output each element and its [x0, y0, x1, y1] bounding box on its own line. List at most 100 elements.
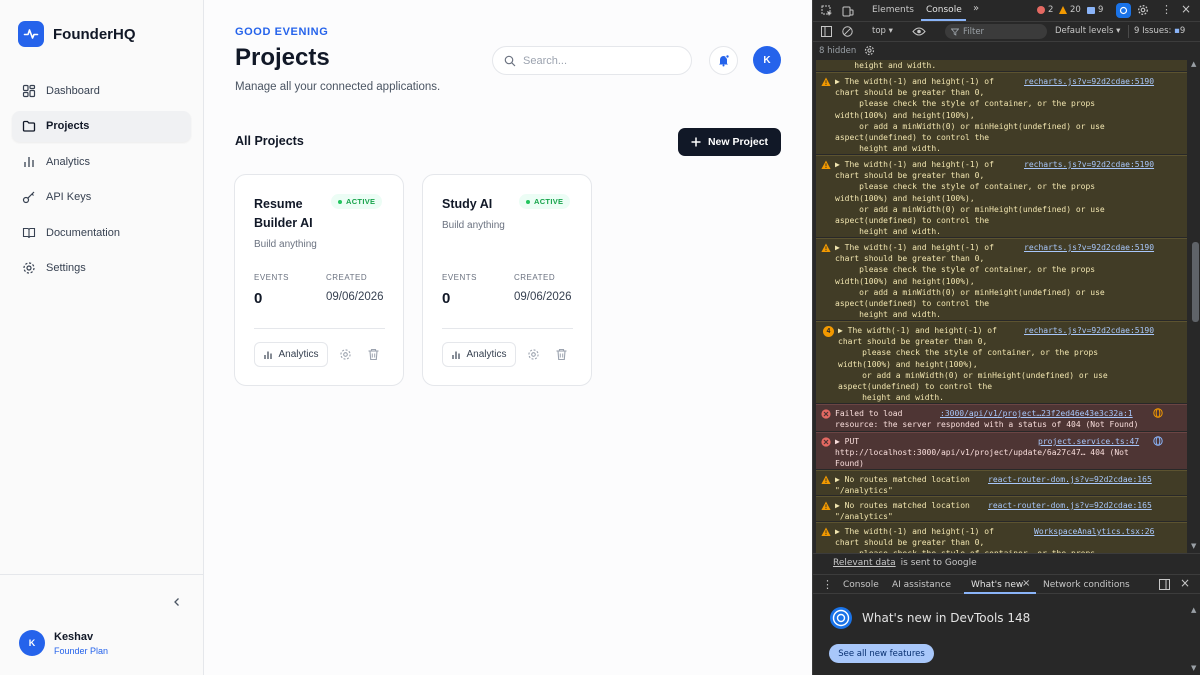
close-icon[interactable]: ×: [1181, 2, 1191, 16]
sidebar-item-label: Dashboard: [46, 84, 100, 97]
log-levels-dropdown[interactable]: Default levels ▾: [1055, 26, 1120, 36]
console-warning[interactable]: height and width.: [816, 60, 1187, 71]
drawer-tab-whats-new[interactable]: What's new: [971, 580, 1023, 590]
gear-icon[interactable]: [527, 348, 540, 361]
search-box[interactable]: [492, 46, 692, 75]
events-value: 0: [254, 290, 263, 307]
sidebar-item-dashboard[interactable]: Dashboard: [12, 75, 191, 106]
network-globe-icon[interactable]: [1153, 436, 1163, 446]
console-settings-icon[interactable]: [864, 45, 875, 56]
relevant-data-link[interactable]: Relevant data: [833, 558, 896, 568]
clear-console-icon[interactable]: [842, 26, 853, 37]
events-label: EVENTS: [442, 273, 478, 282]
console-scrollbar[interactable]: ▲ ▼: [1190, 60, 1200, 553]
sidebar-item-projects[interactable]: Projects: [12, 110, 191, 142]
scroll-up-icon[interactable]: ▲: [1191, 60, 1196, 68]
issues-counter[interactable]: 9 Issues: ▪9: [1134, 26, 1185, 36]
sidebar-item-settings[interactable]: Settings: [12, 253, 191, 284]
source-link[interactable]: :3000/api/v1/project…23f2ed46e43e3c32a:1: [940, 408, 1133, 419]
error-counter[interactable]: 2: [1037, 5, 1053, 15]
status-badge: ACTIVE: [519, 194, 571, 209]
drawer-tab-console[interactable]: Console: [843, 580, 879, 590]
drawer-menu-icon[interactable]: ⋮: [822, 578, 833, 591]
brand[interactable]: FounderHQ: [18, 21, 136, 47]
close-tab-icon[interactable]: ×: [1022, 578, 1030, 589]
project-card[interactable]: Resume Builder AI ACTIVE Build anything …: [234, 174, 404, 386]
sidebar-toggle-icon[interactable]: [821, 26, 832, 37]
scroll-down-icon[interactable]: ▼: [1191, 542, 1196, 550]
kebab-menu-icon[interactable]: ⋮: [1161, 3, 1172, 16]
user-name: Keshav: [54, 630, 94, 643]
source-link[interactable]: project.service.ts:47: [1038, 436, 1139, 447]
new-project-button[interactable]: New Project: [678, 128, 781, 156]
warning-icon: [821, 243, 831, 253]
drawer-scroll-up-icon[interactable]: ▲: [1191, 606, 1196, 614]
project-card[interactable]: Study AI ACTIVE Build anything EVENTS 0 …: [422, 174, 592, 386]
source-link[interactable]: recharts.js?v=92d2cdae:5190: [1024, 242, 1154, 253]
message-icon: [1087, 6, 1095, 14]
status-label: ACTIVE: [534, 197, 564, 206]
info-counter[interactable]: 9: [1087, 5, 1103, 15]
sidebar-item-api-keys[interactable]: API Keys: [12, 182, 191, 213]
issues-count: 9: [1179, 26, 1186, 36]
console-warning[interactable]: ▶ The width(-1) and height(-1) of chart …: [816, 155, 1187, 237]
console-warning[interactable]: ▶ No routes matched location "/analytics…: [816, 496, 1187, 521]
source-link[interactable]: recharts.js?v=92d2cdae:5190: [1024, 76, 1154, 87]
bar-chart-icon: [22, 155, 36, 169]
user-avatar-button[interactable]: K: [753, 46, 781, 74]
filter-input[interactable]: Filter: [945, 24, 1047, 39]
project-title: Study AI: [442, 197, 493, 211]
settings-gear-icon[interactable]: [1137, 4, 1149, 16]
scrollbar-thumb[interactable]: [1192, 242, 1199, 322]
console-warning[interactable]: 4 ▶ The width(-1) and height(-1) of char…: [816, 321, 1187, 403]
see-all-features-button[interactable]: See all new features: [829, 644, 934, 663]
eye-icon[interactable]: [912, 26, 926, 37]
console-warning[interactable]: ▶ The width(-1) and height(-1) of chart …: [816, 238, 1187, 320]
trash-icon[interactable]: [555, 348, 568, 361]
network-globe-icon[interactable]: [1153, 408, 1163, 418]
source-link[interactable]: WorkspaceAnalytics.tsx:26: [1034, 526, 1154, 537]
warning-count: 20: [1070, 5, 1081, 15]
source-link[interactable]: react-router-dom.js?v=92d2cdae:165: [988, 474, 1152, 485]
bell-icon: [717, 54, 730, 67]
drawer-tab-network-conditions[interactable]: Network conditions: [1043, 580, 1130, 590]
drawer-scroll-down-icon[interactable]: ▼: [1191, 664, 1196, 672]
analytics-button[interactable]: Analytics: [442, 342, 516, 367]
tab-console[interactable]: Console: [926, 5, 962, 15]
user-profile[interactable]: K Keshav Founder Plan: [19, 630, 108, 656]
sidebar-item-analytics[interactable]: Analytics: [12, 146, 191, 177]
project-title: Resume Builder AI: [254, 197, 313, 230]
gear-icon[interactable]: [339, 348, 352, 361]
search-input[interactable]: [523, 54, 673, 67]
console-warning[interactable]: ▶ The width(-1) and height(-1) of chart …: [816, 72, 1187, 154]
tab-elements[interactable]: Elements: [872, 5, 914, 15]
key-icon: [22, 190, 36, 204]
console-warning[interactable]: ▶ The width(-1) and height(-1) of chart …: [816, 522, 1187, 553]
drawer-tab-ai-assistance[interactable]: AI assistance: [892, 580, 951, 590]
trash-icon[interactable]: [367, 348, 380, 361]
console-error[interactable]: ▶ PUT http://localhost:3000/api/v1/proje…: [816, 432, 1187, 469]
analytics-button[interactable]: Analytics: [254, 342, 328, 367]
dock-icon[interactable]: [1159, 579, 1170, 590]
inspect-icon[interactable]: [821, 5, 833, 17]
source-link[interactable]: react-router-dom.js?v=92d2cdae:165: [988, 500, 1152, 511]
whats-new-title: What's new in DevTools 148: [862, 611, 1031, 625]
ai-assistant-icon[interactable]: [1116, 3, 1131, 18]
close-drawer-icon[interactable]: ×: [1180, 576, 1190, 590]
chevron-left-icon[interactable]: [170, 595, 184, 609]
sidebar-item-documentation[interactable]: Documentation: [12, 217, 191, 248]
device-toolbar-icon[interactable]: [842, 5, 854, 17]
more-tabs-icon[interactable]: »: [973, 3, 979, 14]
events-value: 0: [442, 290, 451, 307]
console-warning[interactable]: ▶ No routes matched location "/analytics…: [816, 470, 1187, 495]
folder-icon: [22, 119, 36, 133]
notifications-button[interactable]: [709, 46, 738, 75]
warning-counter[interactable]: 20: [1059, 5, 1081, 15]
project-description: Build anything: [442, 220, 505, 231]
source-link[interactable]: recharts.js?v=92d2cdae:5190: [1024, 159, 1154, 170]
context-selector[interactable]: top ▾: [872, 26, 893, 36]
error-icon: [821, 437, 831, 447]
page-title: Projects: [235, 44, 330, 71]
console-error[interactable]: Failed to load resource: the server resp…: [816, 404, 1187, 431]
source-link[interactable]: recharts.js?v=92d2cdae:5190: [1024, 325, 1154, 336]
